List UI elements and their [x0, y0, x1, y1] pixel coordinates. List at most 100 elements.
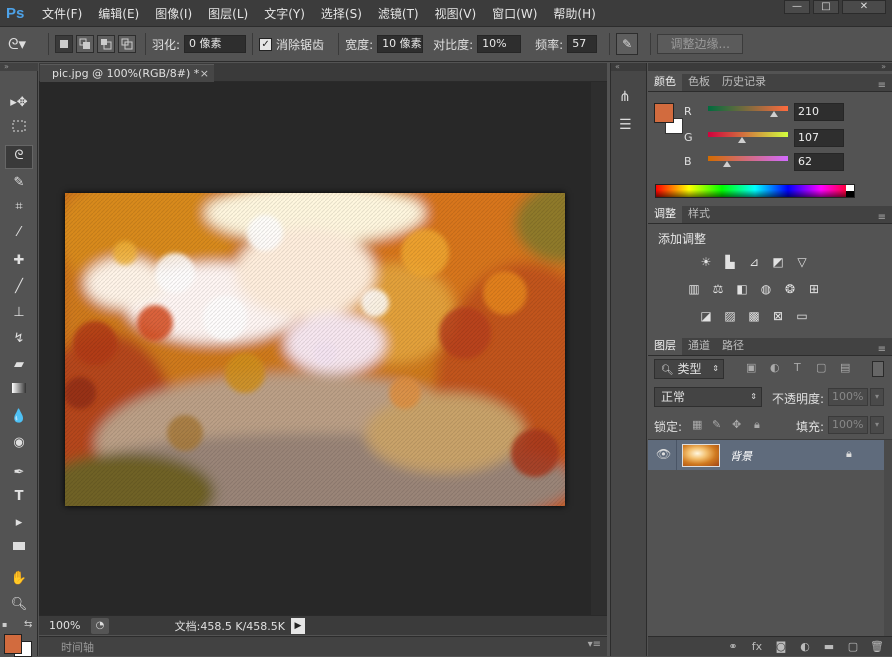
- rectangle-tool-icon[interactable]: [9, 539, 29, 559]
- blue-slider-thumb[interactable]: [723, 161, 732, 167]
- vertical-scrollbar[interactable]: [591, 82, 607, 615]
- new-adjustment-layer-icon[interactable]: ◐: [796, 640, 814, 653]
- tab-history[interactable]: 历史记录: [716, 74, 772, 91]
- antialias-checkbox[interactable]: ✓: [259, 37, 273, 51]
- tab-layers[interactable]: 图层: [648, 338, 682, 355]
- exposure-icon[interactable]: ◩: [770, 255, 786, 269]
- default-colors-icon[interactable]: ▪: [2, 620, 12, 630]
- brightness-contrast-icon[interactable]: ☀: [698, 255, 714, 269]
- healing-brush-tool-icon[interactable]: ✚: [9, 251, 29, 271]
- new-layer-icon[interactable]: ▢: [844, 640, 862, 653]
- new-group-icon[interactable]: ▬: [820, 640, 838, 653]
- red-value[interactable]: 210: [794, 103, 844, 121]
- lock-position-icon[interactable]: ✥: [732, 418, 741, 431]
- layer-row[interactable]: 👁︎ 背景 🔒︎: [648, 440, 884, 470]
- color-fg-swatch[interactable]: [654, 103, 674, 123]
- frequency-input[interactable]: 57: [567, 35, 598, 53]
- menu-filter[interactable]: 滤镜(T): [370, 5, 427, 22]
- green-slider[interactable]: [708, 132, 788, 137]
- subtract-selection-icon[interactable]: [97, 35, 115, 53]
- close-tab-icon[interactable]: ×: [200, 65, 209, 82]
- lock-all-icon[interactable]: 🔒︎: [754, 418, 760, 432]
- canvas-image[interactable]: [65, 193, 565, 506]
- tab-adjustments[interactable]: 调整: [648, 206, 682, 223]
- threshold-icon[interactable]: ▩: [746, 309, 762, 323]
- menu-select[interactable]: 选择(S): [313, 5, 370, 22]
- hand-tool-icon[interactable]: ✋: [9, 569, 29, 589]
- minimize-button[interactable]: —: [784, 0, 810, 14]
- gradient-tool-icon[interactable]: [9, 381, 29, 401]
- eyedropper-tool-icon[interactable]: ⁄: [9, 223, 29, 243]
- zoom-level[interactable]: 100%: [39, 619, 87, 632]
- filter-toggle[interactable]: [872, 361, 884, 377]
- layers-menu-icon[interactable]: ≡: [878, 344, 886, 355]
- new-selection-icon[interactable]: [55, 35, 73, 53]
- blue-value[interactable]: 62: [794, 153, 844, 171]
- document-tab[interactable]: pic.jpg @ 100%(RGB/8#) * ×: [40, 64, 214, 82]
- menu-type[interactable]: 文字(Y): [256, 5, 313, 22]
- color-panel-menu-icon[interactable]: ≡: [878, 80, 886, 91]
- status-menu-arrow-icon[interactable]: ▶: [291, 617, 305, 634]
- tab-styles[interactable]: 样式: [682, 206, 716, 223]
- contrast-input[interactable]: 10%: [477, 35, 522, 53]
- refine-edge-button[interactable]: 调整边缘...: [657, 34, 744, 54]
- green-value[interactable]: 107: [794, 129, 844, 147]
- curves-icon[interactable]: ⊿: [746, 255, 762, 269]
- timeline-panel-bar[interactable]: 时间轴 ▾≡: [39, 636, 607, 656]
- layer-thumbnail[interactable]: [682, 444, 720, 467]
- crop-tool-icon[interactable]: ⌗: [9, 197, 29, 217]
- lock-transparency-icon[interactable]: ▦: [692, 418, 702, 431]
- layer-filter-dropdown[interactable]: 🔍︎ 类型 ⇕: [654, 359, 724, 379]
- blue-slider[interactable]: [708, 156, 788, 161]
- swap-colors-icon[interactable]: ⇆: [24, 619, 32, 630]
- lasso-preset-icon[interactable]: ᘓ▾: [8, 35, 42, 53]
- zoom-tool-icon[interactable]: 🔍︎: [9, 595, 29, 615]
- type-tool-icon[interactable]: T: [9, 487, 29, 507]
- invert-icon[interactable]: ◪: [698, 309, 714, 323]
- intersect-selection-icon[interactable]: [118, 35, 136, 53]
- pen-pressure-icon[interactable]: ✎: [616, 33, 639, 55]
- add-selection-icon[interactable]: [76, 35, 94, 53]
- lasso-tool-icon[interactable]: ᘓ: [5, 145, 33, 169]
- feather-input[interactable]: 0 像素: [184, 35, 247, 53]
- fill-arrow-icon[interactable]: ▾: [870, 416, 884, 434]
- link-layers-icon[interactable]: ⚭: [724, 640, 742, 653]
- pen-tool-icon[interactable]: ✒: [9, 463, 29, 483]
- color-spectrum-ramp[interactable]: [655, 184, 855, 198]
- menu-layer[interactable]: 图层(L): [200, 5, 256, 22]
- lock-image-icon[interactable]: ✎: [712, 418, 721, 431]
- levels-icon[interactable]: ▙: [722, 255, 738, 269]
- delete-layer-icon[interactable]: 🗑︎: [868, 640, 886, 653]
- quick-selection-tool-icon[interactable]: ✎: [9, 173, 29, 193]
- red-slider-thumb[interactable]: [769, 111, 778, 117]
- hue-saturation-icon[interactable]: ▥: [686, 282, 702, 296]
- menu-view[interactable]: 视图(V): [427, 5, 485, 22]
- brush-tool-icon[interactable]: ╱: [9, 277, 29, 297]
- maximize-button[interactable]: □: [813, 0, 839, 14]
- tab-swatches[interactable]: 色板: [682, 74, 716, 91]
- menu-edit[interactable]: 编辑(E): [90, 5, 147, 22]
- filter-type-icon[interactable]: T: [794, 361, 801, 374]
- menu-file[interactable]: 文件(F): [34, 5, 90, 22]
- vibrance-icon[interactable]: ▽: [794, 255, 810, 269]
- layer-style-icon[interactable]: fx: [748, 640, 766, 653]
- filter-adjustment-icon[interactable]: ◐: [770, 361, 780, 374]
- channel-mixer-icon[interactable]: ❂: [782, 282, 798, 296]
- menu-window[interactable]: 窗口(W): [484, 5, 545, 22]
- status-share-icon[interactable]: ◔: [91, 617, 109, 634]
- opacity-input[interactable]: 100%: [828, 388, 868, 406]
- dodge-tool-icon[interactable]: ◉: [9, 433, 29, 453]
- blend-mode-dropdown[interactable]: 正常 ⇕: [654, 387, 762, 407]
- adjustments-menu-icon[interactable]: ≡: [878, 212, 886, 223]
- gradient-map-icon[interactable]: ▭: [794, 309, 810, 323]
- tab-paths[interactable]: 路径: [716, 338, 750, 355]
- filter-pixel-icon[interactable]: ▣: [746, 361, 756, 374]
- eraser-tool-icon[interactable]: ▰: [9, 355, 29, 375]
- photo-filter-icon[interactable]: ◍: [758, 282, 774, 296]
- menu-help[interactable]: 帮助(H): [545, 5, 603, 22]
- selective-color-icon[interactable]: ⊠: [770, 309, 786, 323]
- blur-tool-icon[interactable]: 💧: [9, 407, 29, 427]
- foreground-color-swatch[interactable]: [4, 634, 22, 654]
- clone-stamp-tool-icon[interactable]: ⊥: [9, 303, 29, 323]
- filter-shape-icon[interactable]: ▢: [816, 361, 826, 374]
